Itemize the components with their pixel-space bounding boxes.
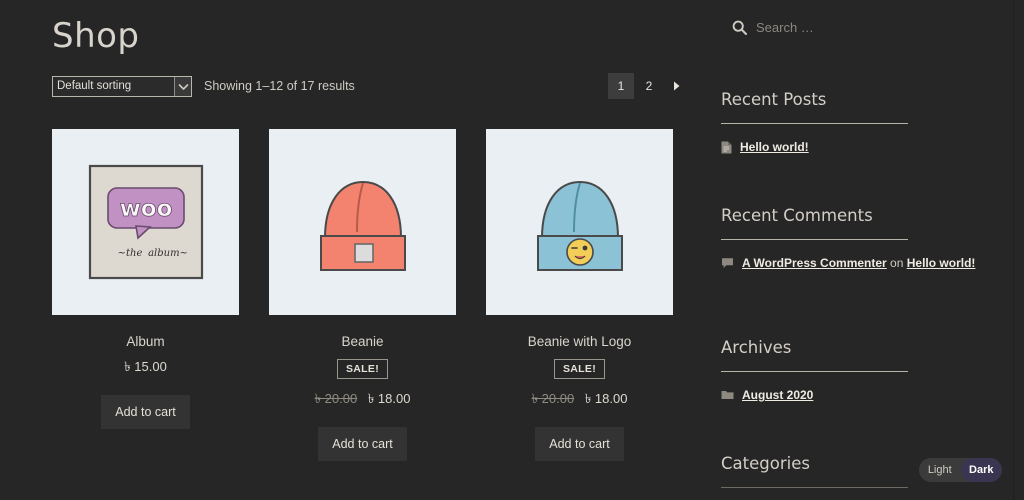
product-image-beanie[interactable] bbox=[269, 129, 456, 315]
scrollbar-track[interactable] bbox=[1014, 0, 1024, 500]
product-card-beanie-with-logo[interactable]: Beanie with Logo SALE! ৳ 20.00 ৳ 18.00 A… bbox=[486, 129, 673, 461]
sorting-select-value: Default sorting bbox=[57, 80, 132, 92]
theme-toggle-light[interactable]: Light bbox=[919, 458, 961, 482]
product-price-regular: ৳ 20.00 bbox=[314, 391, 358, 406]
sale-badge: SALE! bbox=[554, 359, 605, 379]
shop-toolbar: Default sorting Showing 1–12 of 17 resul… bbox=[52, 73, 692, 100]
pagination-next-icon[interactable] bbox=[664, 73, 690, 99]
widget-divider bbox=[721, 123, 908, 124]
archives-list: August 2020 bbox=[721, 387, 1011, 404]
product-price: ৳ 15.00 bbox=[52, 358, 239, 379]
pagination: 1 2 bbox=[608, 73, 690, 99]
page-title: Shop bbox=[52, 16, 140, 56]
widget-title: Recent Posts bbox=[721, 90, 827, 109]
product-title[interactable]: Beanie bbox=[269, 334, 456, 349]
recent-post-link[interactable]: Hello world! bbox=[740, 139, 809, 156]
comment-on-text: on bbox=[890, 256, 904, 270]
product-price-current: ৳ 18.00 bbox=[367, 391, 411, 406]
svg-text:woo: woo bbox=[119, 196, 172, 222]
add-to-cart-button[interactable]: Add to cart bbox=[535, 427, 624, 461]
product-card-album[interactable]: woo ~the album~ Album ৳ 15.00 Add to car… bbox=[52, 129, 239, 461]
svg-text:~the: ~the bbox=[117, 248, 142, 259]
sidebar: Recent Posts Hello world! Recent Comment… bbox=[700, 0, 1013, 500]
comment-post-link[interactable]: Hello world! bbox=[907, 256, 976, 270]
product-price: ৳ 20.00 ৳ 18.00 bbox=[486, 390, 673, 411]
sorting-select[interactable]: Default sorting bbox=[52, 76, 192, 97]
main-content: Shop Default sorting Showing 1–12 of 17 … bbox=[0, 0, 700, 500]
shop-page: Shop Default sorting Showing 1–12 of 17 … bbox=[0, 0, 1024, 500]
widget-recent-posts: Recent Posts Hello world! bbox=[721, 90, 1011, 165]
add-to-cart-button[interactable]: Add to cart bbox=[318, 427, 407, 461]
product-price-regular: ৳ 20.00 bbox=[531, 391, 575, 406]
pagination-page-1[interactable]: 1 bbox=[608, 73, 634, 99]
add-to-cart-button[interactable]: Add to cart bbox=[101, 395, 190, 429]
product-price: ৳ 20.00 ৳ 18.00 bbox=[269, 390, 456, 411]
widget-divider bbox=[721, 371, 908, 372]
product-title[interactable]: Album bbox=[52, 334, 239, 349]
product-price-current: ৳ 15.00 bbox=[124, 359, 167, 374]
recent-comments-list: A WordPress Commenter on Hello world! bbox=[721, 255, 1011, 272]
sale-badge: SALE! bbox=[337, 359, 388, 379]
list-item[interactable]: Hello world! bbox=[721, 139, 1011, 156]
chevron-down-icon[interactable] bbox=[174, 77, 191, 96]
widget-recent-comments: Recent Comments A WordPress Commenter on… bbox=[721, 206, 1011, 281]
search-icon bbox=[732, 20, 747, 35]
list-item[interactable]: A WordPress Commenter on Hello world! bbox=[721, 255, 1011, 272]
comment-entry: A WordPress Commenter on Hello world! bbox=[742, 255, 975, 272]
product-card-beanie[interactable]: Beanie SALE! ৳ 20.00 ৳ 18.00 Add to cart bbox=[269, 129, 456, 461]
widget-divider bbox=[721, 239, 908, 240]
recent-posts-list: Hello world! bbox=[721, 139, 1011, 156]
product-image-album[interactable]: woo ~the album~ bbox=[52, 129, 239, 315]
folder-icon bbox=[721, 389, 734, 400]
comment-icon bbox=[721, 257, 734, 269]
widget-title: Recent Comments bbox=[721, 206, 873, 225]
svg-text:album~: album~ bbox=[148, 248, 188, 259]
product-title[interactable]: Beanie with Logo bbox=[486, 334, 673, 349]
widget-divider bbox=[721, 487, 908, 488]
post-icon bbox=[721, 141, 732, 154]
search-input[interactable] bbox=[756, 20, 936, 35]
pagination-page-2[interactable]: 2 bbox=[636, 73, 662, 99]
widget-archives: Archives August 2020 bbox=[721, 338, 1011, 413]
widget-title: Archives bbox=[721, 338, 792, 357]
result-count: Showing 1–12 of 17 results bbox=[204, 79, 355, 93]
list-item[interactable]: August 2020 bbox=[721, 387, 1011, 404]
theme-toggle[interactable]: Light Dark bbox=[919, 458, 1002, 482]
product-grid: woo ~the album~ Album ৳ 15.00 Add to car… bbox=[52, 129, 692, 461]
product-price-current: ৳ 18.00 bbox=[584, 391, 628, 406]
comment-author-link[interactable]: A WordPress Commenter bbox=[742, 256, 887, 270]
product-image-beanie-with-logo[interactable] bbox=[486, 129, 673, 315]
archive-link[interactable]: August 2020 bbox=[742, 387, 813, 404]
search-form[interactable] bbox=[732, 20, 936, 35]
theme-toggle-dark[interactable]: Dark bbox=[960, 458, 1002, 482]
